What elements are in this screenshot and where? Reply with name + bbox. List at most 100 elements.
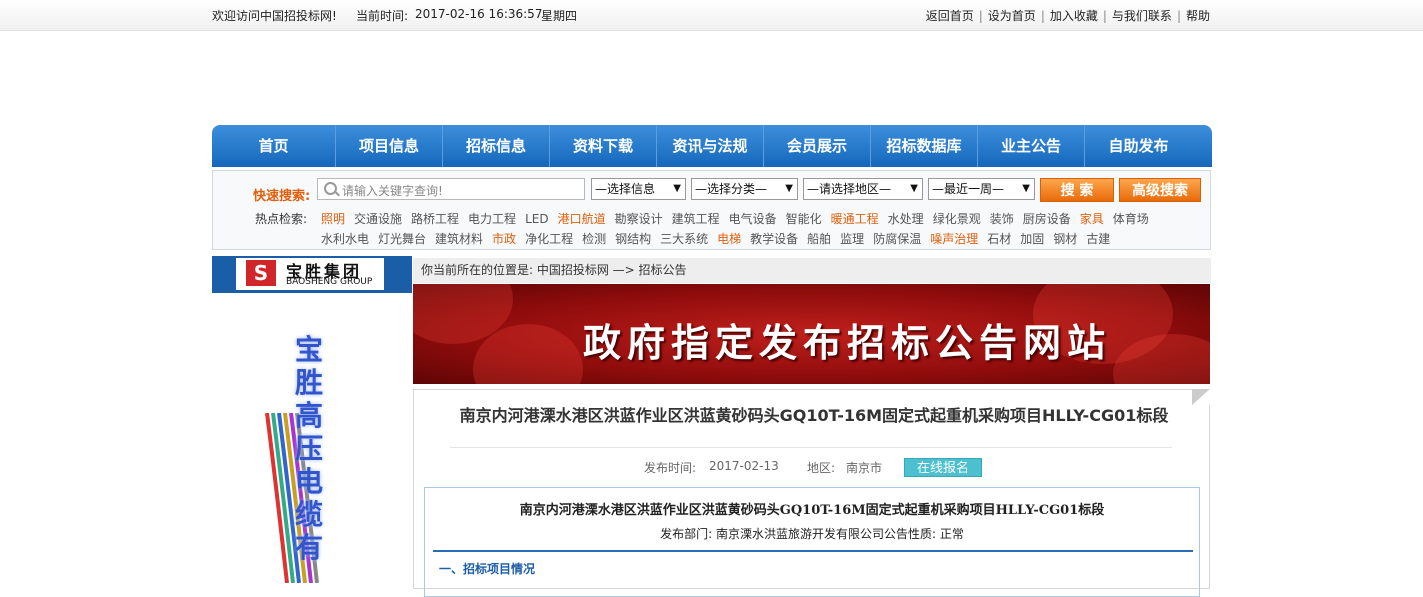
hot-keyword-link[interactable]: 暖通工程 — [831, 212, 879, 226]
weekday: 星期四 — [541, 9, 578, 23]
hot-keyword-link[interactable]: 古建 — [1086, 232, 1110, 246]
select-region-value: —请选择地区— — [807, 182, 892, 196]
link-set-homepage[interactable]: 设为首页 — [988, 9, 1036, 23]
hot-keyword-link[interactable]: LED — [525, 212, 549, 226]
link-divider: | — [978, 9, 983, 23]
section-heading: 一、招标项目情况 — [439, 562, 536, 576]
link-help[interactable]: 帮助 — [1186, 9, 1210, 23]
select-category[interactable]: —选择分类— ▼ — [691, 178, 798, 200]
publishing-department: 发布部门: 南京溧水洪蓝旅游开发有限公司公告性质: 正常 — [660, 527, 964, 541]
hot-keyword-link[interactable]: 监理 — [840, 232, 864, 246]
hot-keyword-link[interactable]: 电力工程 — [468, 212, 516, 226]
hot-keywords-row-2: 水利水电 灯光舞台 建筑材料 市政 净化工程 检测 钢结构 三大系统 电梯 教学设备 船舶 监理 防腐保… — [321, 230, 1119, 247]
nav-news-laws[interactable]: 资讯与法规 — [657, 125, 764, 167]
hot-keyword-link[interactable]: 勘察设计 — [615, 212, 663, 226]
nav-tender-database[interactable]: 招标数据库 — [871, 125, 978, 167]
banner-title: 政府指定发布招标公告网站 — [583, 320, 1112, 365]
main-nav: 首页 项目信息 招标信息 资料下载 资讯与法规 会员展示 招标数据库 业主公告 … — [212, 125, 1212, 167]
hot-keyword-link[interactable]: 加固 — [1020, 232, 1044, 246]
logo-box: S 宝胜集团 BAOSHENG GROUP — [236, 258, 384, 290]
select-time-range[interactable]: —最近一周— ▼ — [928, 178, 1035, 200]
publish-date-value: 2017-02-13 — [709, 459, 779, 473]
link-divider: | — [1102, 9, 1107, 23]
hot-keywords-row-1: 照明 交通设施 路桥工程 电力工程 LED 港口航道 勘察设计 建筑工程 电气设备 智能化 暖通工程… — [321, 210, 1158, 227]
dropdown-arrow-icon: ▼ — [673, 183, 681, 194]
breadcrumb: 你当前所在的位置是: 中国招投标网 —> 招标公告 — [413, 258, 1211, 283]
announcement-title: 南京内河港溧水港区洪蓝作业区洪蓝黄砂码头GQ10T-16M固定式起重机采购项目H… — [519, 503, 1105, 518]
logo-mark: S — [246, 260, 276, 286]
hot-keyword-link[interactable]: 家具 — [1080, 212, 1104, 226]
gov-banner: 政府指定发布招标公告网站 — [413, 284, 1210, 384]
dropdown-arrow-icon: ▼ — [1022, 183, 1030, 194]
hot-keyword-link[interactable]: 体育场 — [1113, 212, 1149, 226]
select-info-type-value: —选择信息 — [595, 182, 656, 196]
dropdown-arrow-icon: ▼ — [785, 183, 793, 194]
region-label: 地区: — [807, 461, 836, 475]
page-corner-fold — [1192, 389, 1210, 405]
nav-downloads[interactable]: 资料下载 — [550, 125, 657, 167]
article-title: 南京内河港溧水港区洪蓝作业区洪蓝黄砂码头GQ10T-16M固定式起重机采购项目H… — [459, 406, 1169, 425]
top-bar: 欢迎访问中国招投标网! 当前时间: 2017-02-16 16:36:57 星期… — [0, 0, 1423, 31]
hot-keyword-link[interactable]: 市政 — [492, 232, 516, 246]
nav-project-info[interactable]: 项目信息 — [336, 125, 443, 167]
hot-keyword-link[interactable]: 水利水电 — [321, 232, 369, 246]
hot-keyword-link[interactable]: 绿化景观 — [933, 212, 981, 226]
hot-keyword-link[interactable]: 石材 — [987, 232, 1011, 246]
search-panel: 快速搜索: 请输入关键字查询! —选择信息 ▼ —选择分类— ▼ —请选择地区— ▼ … — [212, 170, 1211, 250]
hot-keyword-link[interactable]: 噪声治理 — [930, 232, 978, 246]
hot-keyword-link[interactable]: 建筑工程 — [672, 212, 720, 226]
hot-keyword-link[interactable]: 路桥工程 — [411, 212, 459, 226]
hot-keyword-link[interactable]: 交通设施 — [354, 212, 402, 226]
advanced-search-button[interactable]: 高级搜索 — [1119, 178, 1201, 202]
hot-keyword-link[interactable]: 智能化 — [786, 212, 822, 226]
hot-keyword-link[interactable]: 船舶 — [807, 232, 831, 246]
hot-keyword-link[interactable]: 厨房设备 — [1023, 212, 1071, 226]
time-value: 2017-02-16 16:36:57 — [415, 7, 543, 21]
hot-keyword-link[interactable]: 钢材 — [1053, 232, 1077, 246]
search-icon — [324, 182, 337, 195]
hot-keyword-link[interactable]: 建筑材料 — [435, 232, 483, 246]
link-add-favorite[interactable]: 加入收藏 — [1050, 9, 1098, 23]
nav-self-publish[interactable]: 自助发布 — [1085, 125, 1192, 167]
search-placeholder: 请输入关键字查询! — [342, 184, 443, 198]
hot-keyword-link[interactable]: 装饰 — [990, 212, 1014, 226]
vertical-ad-text: 宝胜高压电缆有 — [294, 333, 323, 564]
hot-keyword-link[interactable]: 检测 — [582, 232, 606, 246]
hot-keyword-link[interactable]: 教学设备 — [750, 232, 798, 246]
link-contact[interactable]: 与我们联系 — [1112, 9, 1172, 23]
hot-keyword-link[interactable]: 灯光舞台 — [378, 232, 426, 246]
quick-search-label: 快速搜索: — [253, 189, 311, 204]
link-divider: | — [1176, 9, 1181, 23]
baosheng-logo-banner[interactable]: S 宝胜集团 BAOSHENG GROUP — [212, 256, 412, 293]
nav-members[interactable]: 会员展示 — [764, 125, 871, 167]
nav-tender-info[interactable]: 招标信息 — [443, 125, 550, 167]
hot-keyword-link[interactable]: 照明 — [321, 212, 345, 226]
nav-owner-notice[interactable]: 业主公告 — [978, 125, 1085, 167]
select-region[interactable]: —请选择地区— ▼ — [803, 178, 923, 200]
hot-keyword-link[interactable]: 水处理 — [888, 212, 924, 226]
vertical-ad[interactable]: 宝胜高压电缆有 — [212, 293, 412, 583]
search-input[interactable]: 请输入关键字查询! — [317, 178, 585, 200]
hot-keyword-link[interactable]: 电梯 — [717, 232, 741, 246]
hot-keyword-link[interactable]: 净化工程 — [525, 232, 573, 246]
online-apply-button[interactable]: 在线报名 — [904, 458, 982, 477]
publish-date-label: 发布时间: — [644, 461, 697, 475]
logo-english-name: BAOSHENG GROUP — [286, 277, 373, 287]
title-divider — [450, 447, 1172, 448]
article-card: 南京内河港溧水港区洪蓝作业区洪蓝黄砂码头GQ10T-16M固定式起重机采购项目H… — [413, 389, 1210, 597]
select-time-range-value: —最近一周— — [932, 182, 1005, 196]
link-home-return[interactable]: 返回首页 — [926, 9, 974, 23]
nav-home[interactable]: 首页 — [212, 125, 336, 167]
select-info-type[interactable]: —选择信息 ▼ — [591, 178, 686, 200]
hot-keyword-link[interactable]: 钢结构 — [615, 232, 651, 246]
select-category-value: —选择分类— — [695, 182, 768, 196]
section-divider — [433, 550, 1193, 552]
top-links: 返回首页 | 设为首页 | 加入收藏 | 与我们联系 | 帮助 — [926, 7, 1210, 24]
hot-keyword-link[interactable]: 电气设备 — [729, 212, 777, 226]
hot-keyword-link[interactable]: 港口航道 — [558, 212, 606, 226]
hot-keyword-link[interactable]: 防腐保温 — [873, 232, 921, 246]
search-button[interactable]: 搜 索 — [1040, 178, 1114, 202]
hot-keyword-link[interactable]: 三大系统 — [660, 232, 708, 246]
region-value: 南京市 — [846, 461, 883, 475]
announcement-box: 南京内河港溧水港区洪蓝作业区洪蓝黄砂码头GQ10T-16M固定式起重机采购项目H… — [424, 487, 1200, 597]
